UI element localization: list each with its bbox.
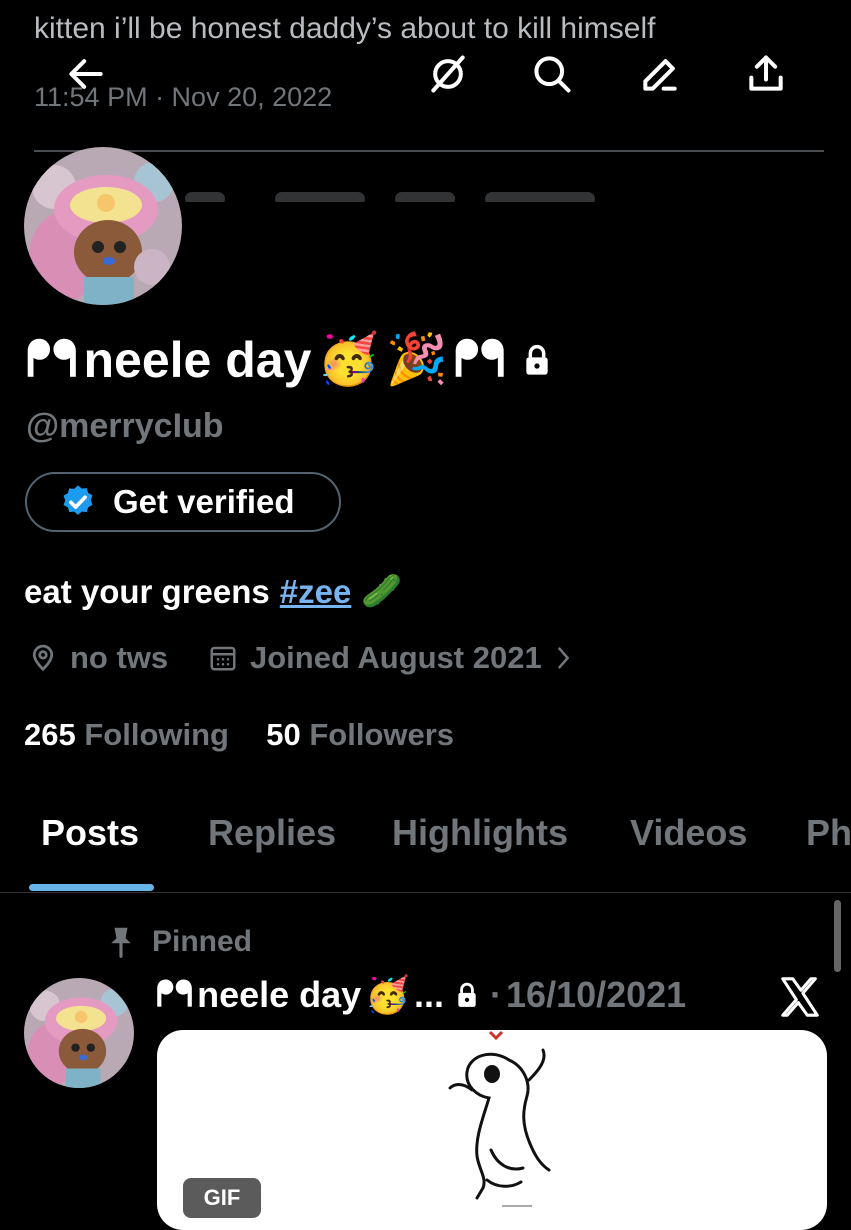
- followers-count: 50: [266, 717, 301, 752]
- post-avatar-image: [24, 978, 134, 1088]
- party-popper-emoji: 🎉: [385, 331, 448, 387]
- pinned-label: Pinned: [108, 925, 252, 959]
- pinned-text: Pinned: [152, 925, 253, 958]
- calendar-icon: [210, 646, 236, 671]
- post-author-name[interactable]: neele day: [197, 974, 361, 1016]
- tab-highlights[interactable]: Highlights: [392, 812, 568, 854]
- tab-posts[interactable]: Posts: [41, 812, 139, 854]
- get-verified-button[interactable]: Get verified: [25, 472, 341, 532]
- pin-icon: [111, 927, 131, 958]
- following-link[interactable]: 265 Following: [24, 717, 238, 752]
- cucumber-emoji: 🥒: [361, 572, 403, 609]
- back-arrow-icon: [69, 59, 103, 89]
- partying-face-emoji: 🥳: [317, 331, 380, 387]
- location-pin-icon: [32, 644, 54, 672]
- overlay-tweet-text: kitten i’ll be honest daddy’s about to k…: [34, 12, 656, 45]
- post-name-decoration: ᖰᖳ: [156, 973, 194, 1014]
- bio-text: eat your greens: [24, 572, 270, 610]
- active-tab-indicator: [29, 884, 154, 891]
- joined-text: Joined August 2021: [250, 640, 542, 675]
- profile-tabs: Posts Replies Highlights Videos Ph: [0, 800, 851, 893]
- display-name: ᖰᖳ neele day 🥳 🎉 ᖰᖳ: [26, 330, 553, 389]
- grok-icon: [431, 55, 465, 93]
- follow-counts: 265 Following 50 Followers: [24, 717, 454, 753]
- name-decoration-lead: ᖰᖳ: [26, 331, 78, 387]
- back-button[interactable]: [56, 44, 116, 104]
- share-button[interactable]: [736, 44, 796, 104]
- get-verified-label: Get verified: [113, 483, 295, 520]
- post-date: 16/10/2021: [506, 973, 687, 1015]
- share-icon: [749, 55, 783, 91]
- post-avatar[interactable]: [24, 978, 134, 1088]
- overlay-stats-blur: [185, 186, 625, 202]
- tab-videos[interactable]: Videos: [630, 812, 747, 854]
- x-logo-icon[interactable]: [777, 974, 823, 1020]
- profile-joined[interactable]: Joined August 2021: [208, 640, 572, 676]
- bio-hashtag-link[interactable]: #zee: [280, 573, 352, 611]
- post-header: ᖰᖳ neele day 🥳 ... · 16/10/2021: [156, 973, 686, 1016]
- following-count: 265: [24, 717, 76, 752]
- overlay-divider: [34, 150, 824, 152]
- profile-handle: @merrycIub: [26, 407, 224, 445]
- post-name-emoji: 🥳: [365, 973, 411, 1015]
- profile-avatar[interactable]: [24, 147, 182, 305]
- search-button[interactable]: [522, 44, 582, 104]
- followers-label: Followers: [309, 717, 455, 752]
- verified-badge-icon: [63, 485, 93, 515]
- gif-badge: GIF: [183, 1178, 261, 1218]
- name-decoration-trail: ᖰᖳ: [453, 331, 506, 387]
- following-label: Following: [84, 717, 229, 752]
- post-separator: ·: [490, 973, 503, 1015]
- avatar-image: [24, 147, 182, 305]
- profile-bio: eat your greens #zee 🥒: [24, 572, 402, 611]
- post-name-ellipsis: ...: [414, 973, 445, 1015]
- grok-button[interactable]: [418, 44, 478, 104]
- tab-photos[interactable]: Ph: [806, 812, 851, 854]
- location-text: no tws: [70, 640, 169, 675]
- tab-replies[interactable]: Replies: [208, 812, 336, 854]
- post-lock-icon: [458, 982, 476, 1007]
- display-name-text: neele day: [83, 331, 312, 388]
- scrollbar[interactable]: [834, 900, 841, 972]
- edit-button[interactable]: [630, 44, 690, 104]
- profile-location: no tws: [28, 640, 168, 676]
- edit-icon: [643, 59, 677, 91]
- chevron-right-icon: [557, 647, 569, 669]
- followers-link[interactable]: 50 Followers: [266, 717, 454, 752]
- search-icon: [534, 56, 571, 93]
- lock-icon: [526, 344, 549, 375]
